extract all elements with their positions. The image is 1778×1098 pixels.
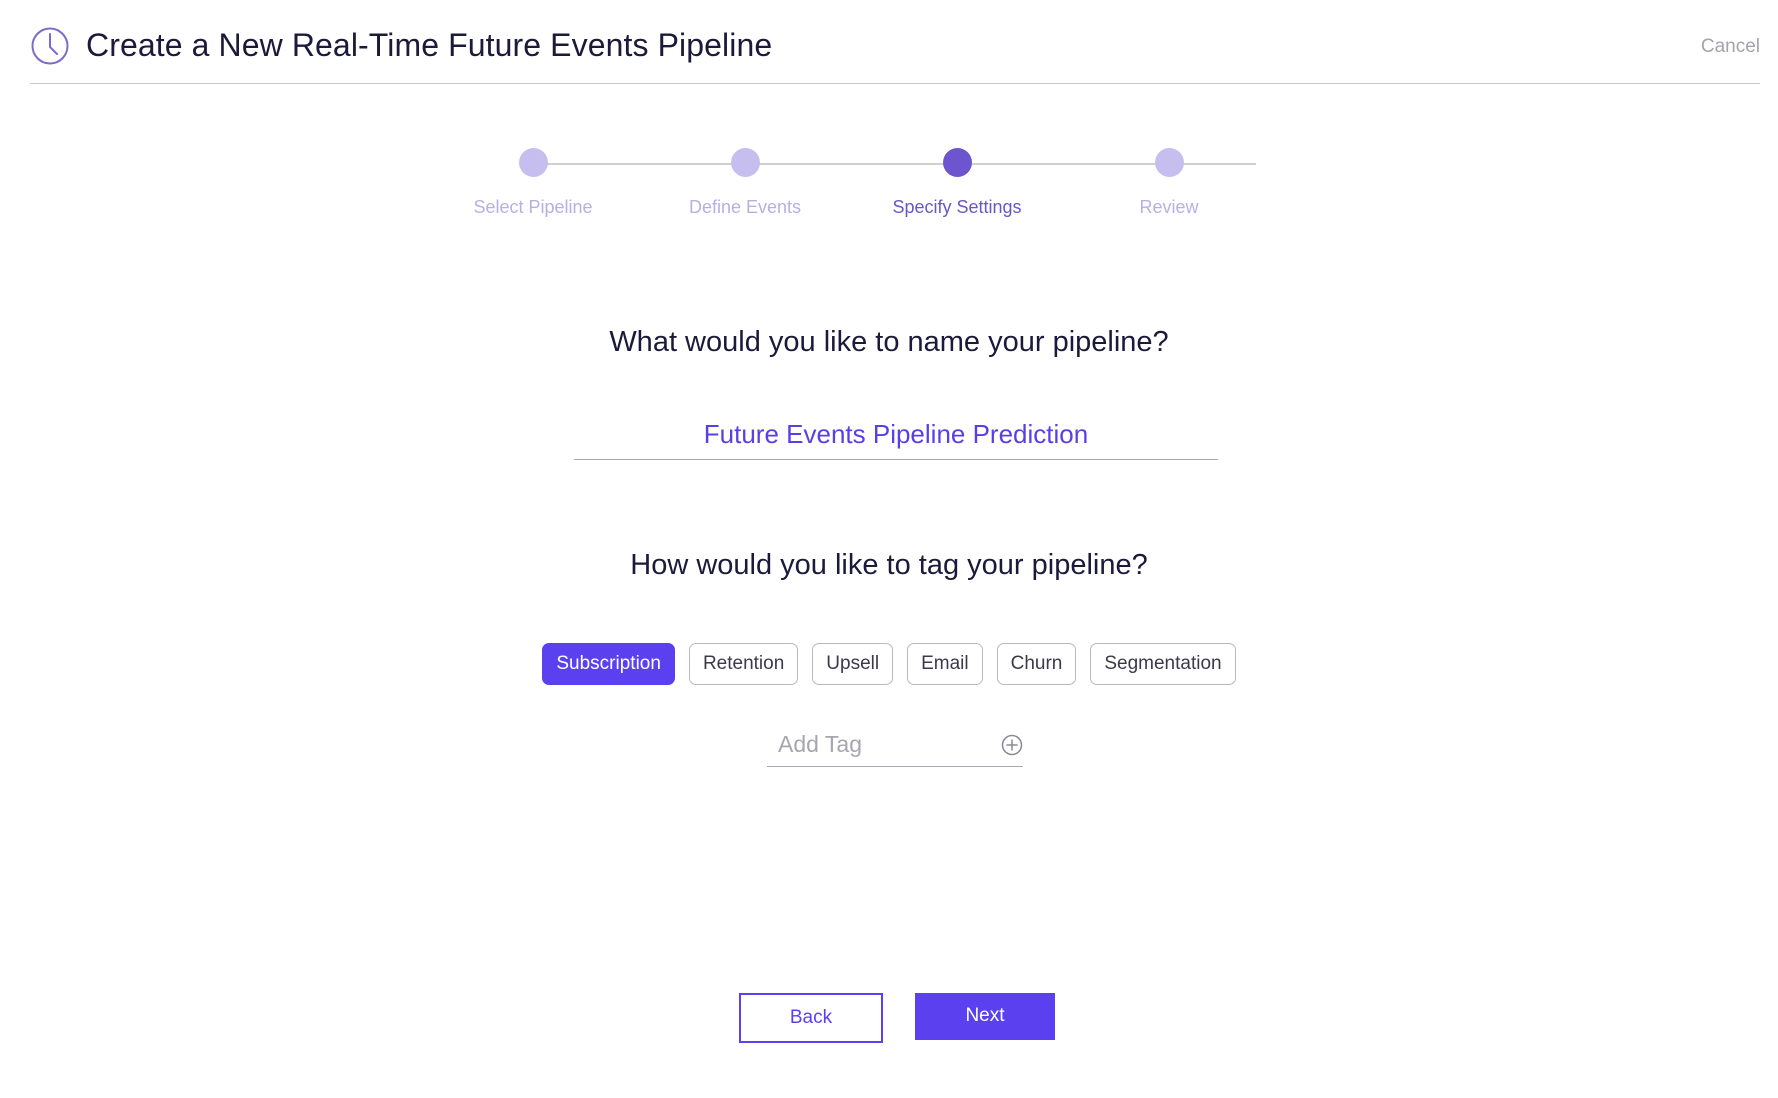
- tag-list: Subscription Retention Upsell Email Chur…: [0, 643, 1778, 685]
- clock-icon: [31, 27, 69, 65]
- back-button[interactable]: Back: [739, 993, 883, 1043]
- page-title: Create a New Real-Time Future Events Pip…: [86, 27, 773, 63]
- page-header: Create a New Real-Time Future Events Pip…: [30, 0, 1760, 84]
- wizard-stepper: Select Pipeline Define Events Specify Se…: [430, 138, 1350, 238]
- tag-churn[interactable]: Churn: [996, 643, 1077, 685]
- tag-upsell[interactable]: Upsell: [812, 643, 894, 685]
- step-label: Select Pipeline: [473, 197, 593, 217]
- step-dot: [730, 148, 760, 177]
- step-select-pipeline[interactable]: Select Pipeline: [430, 148, 636, 218]
- cancel-link[interactable]: Cancel: [1701, 36, 1760, 58]
- tag-question: How would you like to tag your pipeline?: [630, 549, 1148, 581]
- add-tag-input[interactable]: Add Tag: [778, 731, 862, 758]
- add-tag-field[interactable]: Add Tag: [767, 727, 1023, 767]
- step-label: Define Events: [688, 197, 802, 217]
- step-specify-settings[interactable]: Specify Settings: [854, 148, 1060, 218]
- tag-subscription[interactable]: Subscription: [542, 643, 675, 685]
- tag-segmentation[interactable]: Segmentation: [1090, 643, 1236, 685]
- step-label: Specify Settings: [892, 197, 1022, 217]
- step-dot-active: [942, 148, 972, 177]
- next-button[interactable]: Next: [915, 993, 1055, 1040]
- tag-retention[interactable]: Retention: [688, 643, 799, 685]
- pipeline-name-input[interactable]: Future Events Pipeline Prediction: [574, 408, 1218, 460]
- step-define-events[interactable]: Define Events: [642, 148, 848, 218]
- step-review[interactable]: Review: [1066, 148, 1272, 218]
- tag-email[interactable]: Email: [907, 643, 983, 685]
- step-label: Review: [1139, 197, 1199, 217]
- step-dot: [518, 148, 548, 177]
- plus-circle-icon[interactable]: [1001, 734, 1023, 756]
- name-question: What would you like to name your pipelin…: [609, 326, 1169, 358]
- step-dot: [1154, 148, 1184, 177]
